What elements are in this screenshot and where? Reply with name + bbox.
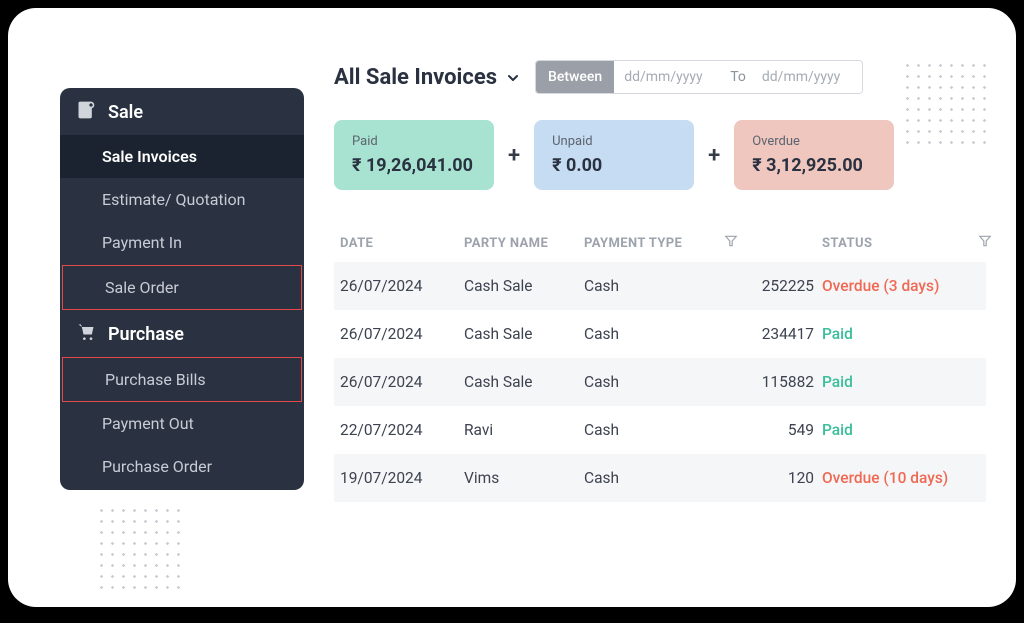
cell-amount: 549 — [738, 421, 822, 439]
cell-date: 26/07/2024 — [340, 373, 464, 391]
table-row[interactable]: 26/07/2024Cash SaleCash115882Paid — [334, 358, 986, 406]
cell-date: 26/07/2024 — [340, 277, 464, 295]
sidebar-group-label: Purchase — [108, 324, 184, 345]
sidebar-item-purchase-order[interactable]: Purchase Order — [60, 445, 304, 488]
sidebar-item-payment-out[interactable]: Payment Out — [60, 402, 304, 445]
summary-value: ₹ 19,26,041.00 — [352, 155, 476, 176]
cell-amount: 115882 — [738, 373, 822, 391]
cell-date: 22/07/2024 — [340, 421, 464, 439]
sidebar-item-sale-invoices[interactable]: Sale Invoices — [60, 135, 304, 178]
invoice-table: DATE PARTY NAME PAYMENT TYPE STATUS 26/0… — [334, 224, 986, 502]
table-header: DATE PARTY NAME PAYMENT TYPE STATUS — [334, 224, 986, 262]
summary-value: ₹ 0.00 — [552, 155, 676, 176]
table-row[interactable]: 19/07/2024VimsCash120Overdue (10 days) — [334, 454, 986, 502]
plus-icon: + — [508, 143, 520, 168]
sidebar: SaleSale InvoicesEstimate/ QuotationPaym… — [60, 88, 304, 490]
sidebar-group-sale[interactable]: Sale — [60, 88, 304, 135]
sidebar-item-estimate-quotation[interactable]: Estimate/ Quotation — [60, 178, 304, 221]
summary-label: Overdue — [752, 134, 876, 149]
sidebar-group-purchase[interactable]: Purchase — [60, 310, 304, 357]
cell-amount: 120 — [738, 469, 822, 487]
cart-icon — [76, 322, 96, 347]
plus-icon: + — [708, 143, 720, 168]
cell-party: Ravi — [464, 421, 584, 439]
cell-party: Cash Sale — [464, 325, 584, 343]
col-party: PARTY NAME — [464, 236, 584, 251]
cell-payment-type: Cash — [584, 469, 738, 487]
cell-date: 19/07/2024 — [340, 469, 464, 487]
col-date: DATE — [340, 236, 464, 251]
cell-status: Overdue (10 days) — [822, 469, 992, 487]
filter-icon[interactable] — [978, 234, 992, 252]
cell-amount: 252225 — [738, 277, 822, 295]
filter-icon[interactable] — [724, 234, 738, 252]
cell-payment-type: Cash — [584, 325, 738, 343]
summary-card-paid[interactable]: Paid ₹ 19,26,041.00 — [334, 120, 494, 190]
to-label: To — [724, 69, 752, 85]
date-from-input[interactable] — [614, 61, 724, 93]
sidebar-item-payment-in[interactable]: Payment In — [60, 221, 304, 264]
col-payment-type-label: PAYMENT TYPE — [584, 236, 682, 251]
cell-payment-type: Cash — [584, 277, 738, 295]
cell-status: Paid — [822, 421, 992, 439]
between-label: Between — [536, 61, 614, 93]
summary-card-overdue[interactable]: Overdue ₹ 3,12,925.00 — [734, 120, 894, 190]
cell-party: Vims — [464, 469, 584, 487]
col-payment-type: PAYMENT TYPE — [584, 234, 738, 252]
page-title-dropdown[interactable]: All Sale Invoices — [334, 65, 521, 90]
col-status: STATUS — [822, 234, 992, 252]
col-status-label: STATUS — [822, 236, 872, 251]
sidebar-item-sale-order[interactable]: Sale Order — [62, 265, 302, 310]
cell-payment-type: Cash — [584, 421, 738, 439]
summary-label: Unpaid — [552, 134, 676, 149]
summary-card-unpaid[interactable]: Unpaid ₹ 0.00 — [534, 120, 694, 190]
cell-party: Cash Sale — [464, 373, 584, 391]
summary-label: Paid — [352, 134, 476, 149]
sidebar-item-purchase-bills[interactable]: Purchase Bills — [62, 357, 302, 402]
cell-amount: 234417 — [738, 325, 822, 343]
date-range-picker: Between To — [535, 60, 863, 94]
chevron-down-icon — [505, 70, 521, 86]
summary-value: ₹ 3,12,925.00 — [752, 155, 876, 176]
cell-status: Paid — [822, 325, 992, 343]
cell-party: Cash Sale — [464, 277, 584, 295]
cell-date: 26/07/2024 — [340, 325, 464, 343]
table-row[interactable]: 22/07/2024RaviCash549Paid — [334, 406, 986, 454]
table-row[interactable]: 26/07/2024Cash SaleCash252225Overdue (3 … — [334, 262, 986, 310]
table-row[interactable]: 26/07/2024Cash SaleCash234417Paid — [334, 310, 986, 358]
page-title: All Sale Invoices — [334, 65, 497, 90]
cell-status: Overdue (3 days) — [822, 277, 992, 295]
decorative-dots — [96, 505, 186, 595]
cell-payment-type: Cash — [584, 373, 738, 391]
document-icon — [76, 100, 96, 125]
date-to-input[interactable] — [752, 61, 862, 93]
main-panel: All Sale Invoices Between To Paid ₹ 19,2… — [334, 60, 986, 587]
cell-status: Paid — [822, 373, 992, 391]
sidebar-group-label: Sale — [108, 102, 143, 123]
